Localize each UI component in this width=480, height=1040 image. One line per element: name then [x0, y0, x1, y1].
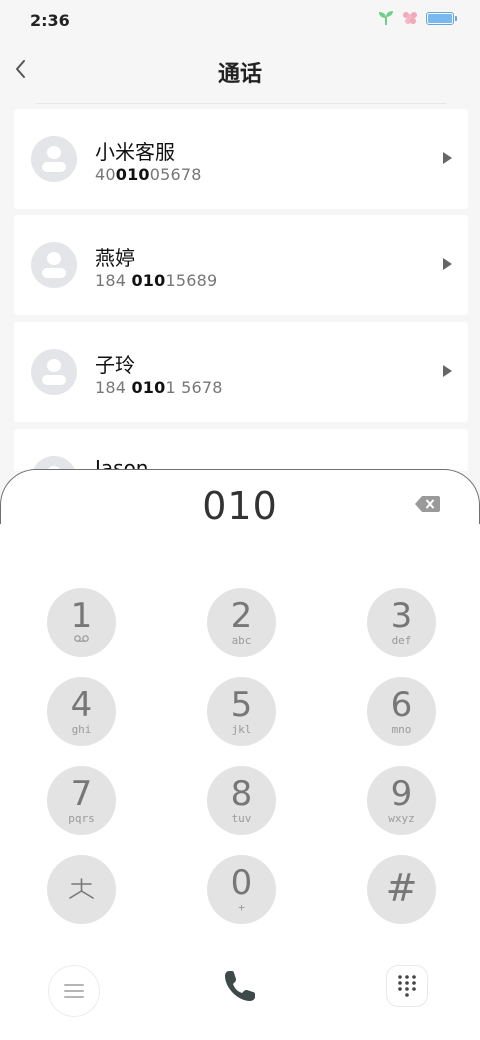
key-digit: 9 — [390, 774, 413, 814]
menu-button[interactable] — [48, 965, 100, 1017]
contact-name: 燕婷 — [95, 246, 135, 270]
key-letters: tuv — [231, 812, 252, 825]
key-letters: mno — [391, 723, 412, 736]
contact-card[interactable]: 子玲 184 0101 5678 — [14, 322, 468, 422]
key-digit: 6 — [390, 685, 413, 725]
dialpad-icon — [398, 975, 416, 997]
voicemail-icon — [74, 635, 89, 642]
status-time: 2:36 — [30, 11, 70, 30]
key-letters: ghi — [71, 723, 92, 736]
key-2[interactable]: 2 abc — [207, 588, 276, 657]
flower-icon — [403, 12, 417, 24]
key-8[interactable]: 8 tuv — [207, 766, 276, 835]
avatar — [31, 136, 77, 182]
battery-fill — [428, 13, 452, 23]
key-letters: jkl — [231, 723, 252, 736]
contact-list: 小米客服 4001005678 燕婷 184 01015689 子玲 184 0… — [14, 103, 468, 471]
key-3[interactable]: 3 def — [367, 588, 436, 657]
key-letters: pqrs — [68, 812, 95, 825]
key-digit: 2 — [230, 596, 253, 636]
key-digit: 1 — [70, 596, 93, 636]
key-digit: 7 — [70, 774, 93, 814]
key-star[interactable]: * — [47, 855, 116, 924]
play-arrow-icon[interactable] — [443, 152, 452, 164]
key-digit: # — [385, 866, 418, 910]
key-4[interactable]: 4 ghi — [47, 677, 116, 746]
battery-icon — [426, 11, 457, 25]
key-letters: def — [391, 634, 412, 647]
key-digit: 8 — [230, 774, 253, 814]
avatar — [31, 349, 77, 395]
contact-number: 184 01015689 — [95, 271, 218, 290]
avatar — [31, 242, 77, 288]
key-digit: 5 — [230, 685, 253, 725]
contact-number: 4001005678 — [95, 165, 202, 184]
key-9[interactable]: 9 wxyz — [367, 766, 436, 835]
key-1[interactable]: 1 — [47, 588, 116, 657]
contact-name: 子玲 — [95, 353, 135, 377]
header: 通话 — [0, 40, 480, 100]
contact-name: 小米客服 — [95, 140, 175, 164]
contact-number: 184 0101 5678 — [95, 378, 223, 397]
key-letters: + — [238, 901, 245, 914]
asterisk-icon — [69, 878, 94, 899]
key-letters: abc — [231, 634, 252, 647]
call-button[interactable] — [214, 960, 266, 1012]
status-bar: 2:36 — [0, 0, 480, 40]
play-arrow-icon[interactable] — [443, 258, 452, 270]
dialpad-toggle-button[interactable] — [386, 965, 428, 1007]
contact-card[interactable]: 小米客服 4001005678 — [14, 109, 468, 209]
key-7[interactable]: 7 pqrs — [47, 766, 116, 835]
key-6[interactable]: 6 mno — [367, 677, 436, 746]
key-0[interactable]: 0 + — [207, 855, 276, 924]
menu-icon — [64, 984, 84, 998]
key-digit: 4 — [70, 685, 93, 725]
status-icons — [378, 11, 457, 25]
page-title: 通话 — [217, 62, 262, 87]
key-hash[interactable]: # — [367, 855, 436, 924]
play-arrow-icon[interactable] — [443, 365, 452, 377]
key-letters: wxyz — [388, 812, 415, 825]
contact-card[interactable]: 燕婷 184 01015689 — [14, 215, 468, 315]
sprout-icon — [379, 11, 393, 25]
dialer-input[interactable]: 010 — [0, 484, 480, 528]
key-5[interactable]: 5 jkl — [207, 677, 276, 746]
backspace-icon[interactable] — [414, 495, 440, 513]
contact-card[interactable]: Jason — [14, 429, 468, 471]
phone-icon — [225, 971, 255, 1001]
key-digit: 3 — [390, 596, 413, 636]
divider — [36, 103, 446, 104]
key-digit: 0 — [230, 863, 253, 903]
